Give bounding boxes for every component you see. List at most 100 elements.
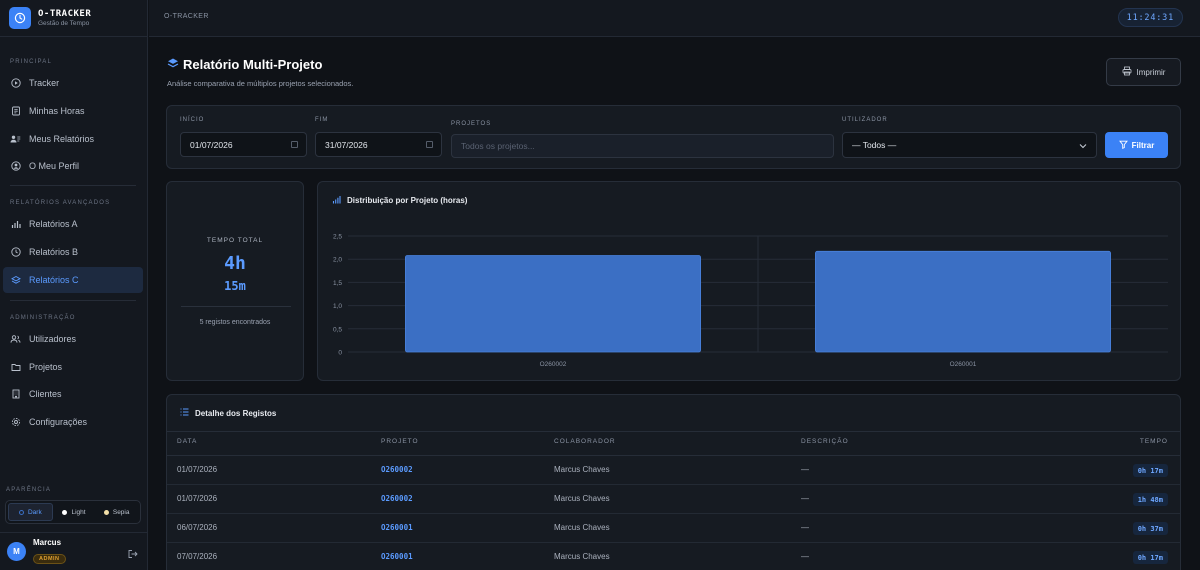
table-row[interactable]: 06/07/2026 O260001 Marcus Chaves — 0h 37… (167, 514, 1180, 543)
row-description: — (801, 523, 809, 532)
theme-option-light[interactable]: Light (53, 503, 96, 521)
gear-icon (10, 417, 21, 428)
start-date-label: INÍCIO (180, 117, 205, 123)
end-date-input[interactable]: 31/07/2026 (315, 132, 442, 157)
section-label-administracao: ADMINISTRAÇÃO (10, 315, 76, 321)
sidebar-item-clientes[interactable]: Clientes (3, 381, 143, 407)
row-collaborator: Marcus Chaves (554, 552, 610, 561)
bar-O260002 (405, 255, 702, 353)
start-date-value: 01/07/2026 (190, 139, 233, 150)
table-title: Detalhe dos Registos (180, 408, 276, 418)
print-button-label: Imprimir (1136, 67, 1166, 77)
sidebar-item-projetos[interactable]: Projetos (3, 354, 143, 380)
column-header-colaborador[interactable]: COLABORADOR (554, 438, 616, 445)
theme-option-sepia[interactable]: Sepia (95, 503, 138, 521)
page-title: Relatório Multi-Projeto (167, 57, 322, 72)
row-collaborator: Marcus Chaves (554, 465, 610, 474)
moon-icon (18, 509, 24, 515)
table-row[interactable]: 01/07/2026 O260002 Marcus Chaves — 0h 17… (167, 456, 1180, 485)
row-project-link[interactable]: O260001 (381, 523, 413, 532)
row-description: — (801, 494, 809, 503)
sidebar-item-tracker[interactable]: Tracker (3, 70, 143, 96)
layers-icon (10, 275, 21, 286)
filter-button[interactable]: Filtrar (1105, 132, 1168, 158)
total-minutes: 15m (224, 279, 246, 293)
column-header-descricao[interactable]: DESCRIÇÃO (801, 438, 849, 445)
sidebar-item-o-meu-perfil[interactable]: O Meu Perfil (3, 153, 143, 179)
avatar[interactable]: M (7, 542, 26, 561)
x-tick-label: O260001 (950, 361, 977, 368)
sidebar-item-label: Clientes (29, 389, 62, 399)
row-project-link[interactable]: O260002 (381, 494, 413, 503)
start-date-input[interactable]: 01/07/2026 (180, 132, 307, 157)
sidebar-item-relatorios-c[interactable]: Relatórios C (3, 267, 143, 293)
user-circle-icon (10, 161, 21, 172)
sidebar-item-relatorios-b[interactable]: Relatórios B (3, 239, 143, 265)
filter-button-label: Filtrar (1131, 140, 1155, 150)
section-label-relatorios-avancados: RELATÓRIOS AVANÇADOS (10, 200, 111, 206)
play-circle-icon (10, 78, 21, 89)
records-count: 5 registos encontrados (199, 319, 271, 326)
column-header-projeto[interactable]: PROJETO (381, 438, 419, 445)
row-collaborator: Marcus Chaves (554, 494, 610, 503)
calendar-icon[interactable] (426, 141, 433, 148)
print-button[interactable]: Imprimir (1106, 58, 1181, 86)
clock-icon (10, 247, 21, 258)
column-header-tempo[interactable]: TEMPO (1140, 438, 1168, 445)
bar-O260001 (814, 250, 1112, 353)
sidebar-item-relatorios-a[interactable]: Relatórios A (3, 211, 143, 237)
theme-option-label: Sepia (112, 508, 130, 516)
chart-title-text: Distribuição por Projeto (horas) (347, 196, 468, 205)
user-report-icon (10, 134, 21, 145)
total-hours: 4h (224, 253, 246, 274)
sidebar-item-minhas-horas[interactable]: Minhas Horas (3, 98, 143, 124)
sidebar-item-label: Relatórios B (29, 247, 79, 257)
theme-option-label: Light (71, 508, 86, 516)
row-collaborator: Marcus Chaves (554, 523, 610, 532)
theme-option-dark[interactable]: Dark (8, 503, 53, 521)
brand[interactable]: O-TRACKER Gestão de Tempo (0, 0, 147, 37)
section-label-aparencia: APARÊNCIA (6, 487, 52, 493)
sidebar-divider (10, 300, 136, 301)
calendar-icon[interactable] (291, 141, 298, 148)
sepia-dot-icon (103, 509, 109, 515)
end-date-value: 31/07/2026 (325, 139, 368, 150)
chevron-down-icon (1079, 141, 1087, 151)
x-tick-label: O260002 (540, 361, 567, 368)
sidebar-divider (10, 185, 136, 186)
breadcrumb: O-TRACKER (164, 13, 209, 20)
logout-icon[interactable] (127, 546, 138, 564)
row-date: 07/07/2026 (177, 552, 218, 561)
table-row[interactable]: 07/07/2026 O260001 Marcus Chaves — 0h 17… (167, 543, 1180, 570)
building-icon (10, 389, 21, 400)
card-divider (181, 306, 291, 307)
clock-logo-icon (9, 7, 31, 29)
document-icon (10, 106, 21, 117)
y-tick-label: 0 (338, 350, 342, 357)
sidebar: O-TRACKER Gestão de Tempo PRINCIPAL Trac… (0, 0, 148, 570)
table-title-text: Detalhe dos Registos (195, 408, 277, 418)
total-time-label: TEMPO TOTAL (206, 237, 264, 244)
page-title-text: Relatório Multi-Projeto (183, 57, 323, 72)
column-header-data[interactable]: DATA (177, 438, 197, 445)
user-select[interactable]: — Todos — (842, 132, 1097, 158)
row-description: — (801, 465, 809, 474)
sidebar-item-utilizadores[interactable]: Utilizadores (3, 326, 143, 352)
table-row[interactable]: 01/07/2026 O260002 Marcus Chaves — 1h 48… (167, 485, 1180, 514)
y-tick-label: 2,5 (333, 234, 342, 241)
sidebar-item-meus-relatorios[interactable]: Meus Relatórios (3, 126, 143, 152)
user-filter-label: UTILIZADOR (842, 117, 888, 123)
row-date: 06/07/2026 (177, 523, 218, 532)
row-project-link[interactable]: O260001 (381, 552, 413, 561)
user-profile: M Marcus ADMIN (0, 532, 148, 570)
row-project-link[interactable]: O260002 (381, 465, 413, 474)
sidebar-item-label: Configurações (29, 417, 88, 427)
list-icon (180, 408, 189, 418)
role-badge: ADMIN (33, 554, 66, 564)
projects-select[interactable]: Todos os projetos... (451, 134, 834, 158)
row-date: 01/07/2026 (177, 465, 218, 474)
chart-title: Distribuição por Projeto (horas) (332, 195, 467, 206)
bar-chart-icon (332, 195, 341, 206)
row-time-badge: 0h 17m (1132, 464, 1168, 477)
sidebar-item-configuracoes[interactable]: Configurações (3, 409, 143, 435)
